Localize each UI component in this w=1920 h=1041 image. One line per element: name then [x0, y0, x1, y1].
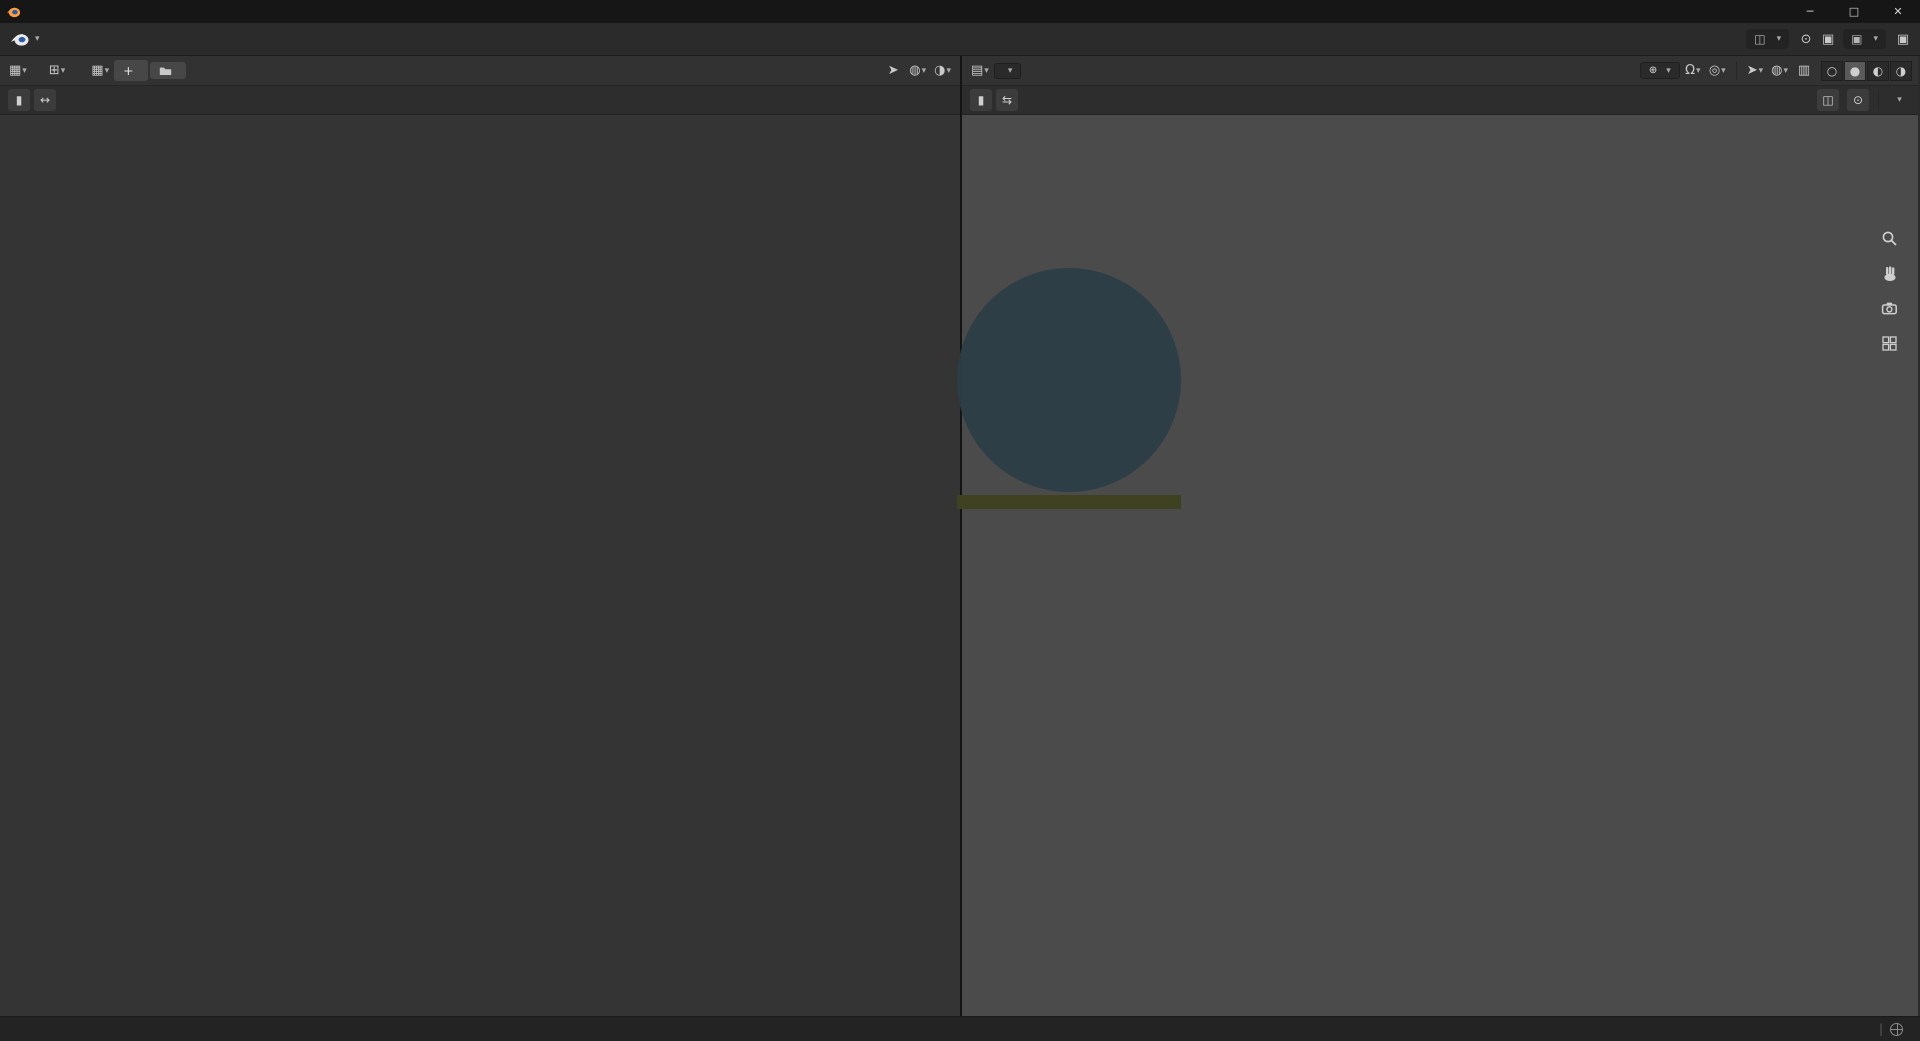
orientation-dropdown[interactable]: ⊕ ▾	[1639, 62, 1680, 79]
mode-dropdown[interactable]: ▾	[993, 62, 1022, 79]
uv-display-icon[interactable]: ◑ ▾	[931, 60, 954, 82]
statusbar: |	[0, 1016, 1920, 1041]
maximize-button[interactable]: □	[1832, 0, 1876, 23]
network-icon	[1890, 1022, 1903, 1036]
viewlayer-icon: ▣	[1851, 32, 1863, 46]
uv-tool-settings: ▮ ↔	[0, 86, 960, 115]
menubar: ▾ ◫ ▾ ⊙ ▣ ▣ ▾ ▣	[0, 23, 1920, 56]
shading-wireframe-button[interactable]: ○	[1821, 60, 1843, 81]
uv-new-image-button[interactable]: +	[114, 60, 148, 81]
ortho-toggle-icon[interactable]	[1876, 330, 1902, 356]
uv-canvas[interactable]	[0, 115, 960, 1016]
shading-solid-button[interactable]: ●	[1844, 60, 1866, 81]
add-workspace-button[interactable]	[54, 33, 70, 45]
shading-material-button[interactable]: ◐	[1867, 60, 1889, 81]
blender-app-icon	[6, 7, 21, 18]
viewport-editor-type-icon[interactable]: ▤ ▾	[968, 60, 992, 82]
plus-icon: +	[123, 63, 134, 78]
blender-logo-icon[interactable]	[10, 29, 30, 49]
shading-mode-group: ○ ● ◐ ◑	[1821, 60, 1912, 81]
viewport-nav-icons	[1876, 225, 1902, 356]
viewport-overlays-icon[interactable]: ◍ ▾	[1768, 60, 1791, 82]
uv-tool-settings-icon-1[interactable]: ▮	[8, 89, 30, 111]
viewport-scene-svg	[962, 115, 1918, 1016]
viewport-canvas[interactable]	[962, 115, 1918, 1016]
mirror-icon[interactable]: ◫	[1817, 89, 1839, 111]
close-button[interactable]: ✕	[1876, 0, 1920, 23]
uv-tool-settings-icon-2[interactable]: ↔	[34, 89, 56, 111]
pin-scene-icon[interactable]: ⊙	[1795, 28, 1817, 50]
viewport-gizmos-icon[interactable]: ➤ ▾	[1744, 60, 1766, 82]
zoom-icon[interactable]	[1876, 225, 1902, 251]
move-view-icon[interactable]	[1876, 260, 1902, 286]
scene-icon: ◫	[1754, 32, 1766, 46]
xray-toggle-icon[interactable]: ▥	[1793, 60, 1815, 82]
snap-options-icon[interactable]: ⊙	[1847, 89, 1869, 111]
orientation-icon: ⊕	[1648, 65, 1658, 76]
folder-icon	[159, 67, 171, 75]
scene-caret-icon: ▾	[1776, 34, 1782, 44]
titlebar: ─ □ ✕	[0, 0, 1920, 23]
viewport-tool-settings: ▮ ⇆ ◫ ⊙ ▾	[962, 86, 1918, 115]
uv-sticky-select-icon[interactable]: ⊞ ▾	[46, 60, 68, 82]
logo-caret-icon: ▾	[35, 34, 40, 44]
viewlayer-caret-icon: ▾	[1873, 34, 1878, 44]
workspace: ▦ ▾ ⊞ ▾ ▦ ▾ + ➤ ◍ ▾ ◑ ▾ ▮ ↔ ▤ ▾ ▾ ⊕ ▾ Ω …	[0, 56, 1920, 1016]
blender-app: ─ □ ✕ ▾ ◫ ▾ ⊙ ▣ ▣ ▾ ▣ ▦ ▾ ⊞ ▾ ▦ ▾ + ➤ ◍ …	[0, 0, 1920, 1041]
options-dropdown[interactable]: ▾	[1888, 89, 1910, 111]
camera-view-icon[interactable]	[1876, 295, 1902, 321]
uv-open-image-button[interactable]	[149, 62, 186, 79]
new-scene-icon[interactable]: ▣	[1817, 28, 1839, 50]
uv-overlays-icon[interactable]: ◍ ▾	[906, 60, 929, 82]
shading-rendered-button[interactable]: ◑	[1890, 60, 1912, 81]
uv-islands-svg	[0, 115, 960, 1016]
uv-image-browse-icon[interactable]: ▦ ▾	[88, 60, 112, 82]
scene-selector[interactable]: ◫ ▾	[1746, 29, 1790, 49]
navigation-gizmo[interactable]	[1812, 131, 1896, 215]
uv-editor-pane: ▦ ▾ ⊞ ▾ ▦ ▾ + ➤ ◍ ▾ ◑ ▾ ▮ ↔	[0, 56, 962, 1016]
uv-editor-type-icon[interactable]: ▦ ▾	[6, 60, 30, 82]
uv-gizmo-icon[interactable]: ➤	[882, 60, 904, 82]
minimize-button[interactable]: ─	[1788, 0, 1832, 23]
viewport-pane: ▤ ▾ ▾ ⊕ ▾ Ω ▾ ◎ ▾ ➤ ▾ ◍ ▾ ▥ ○ ● ◐ ◑ ▮ ⇆ …	[962, 56, 1918, 1016]
proportional-edit-icon[interactable]: ◎ ▾	[1706, 60, 1729, 82]
viewport-header: ▤ ▾ ▾ ⊕ ▾ Ω ▾ ◎ ▾ ➤ ▾ ◍ ▾ ▥ ○ ● ◐ ◑	[962, 56, 1918, 86]
vp-tool-settings-icon-2[interactable]: ⇆	[996, 89, 1018, 111]
uv-editor-header: ▦ ▾ ⊞ ▾ ▦ ▾ + ➤ ◍ ▾ ◑ ▾	[0, 56, 960, 86]
vp-tool-settings-icon-1[interactable]: ▮	[970, 89, 992, 111]
copy-viewlayer-icon[interactable]: ▣	[1892, 28, 1914, 50]
snap-magnet-icon[interactable]: Ω ▾	[1682, 60, 1704, 82]
viewlayer-selector[interactable]: ▣ ▾	[1843, 29, 1886, 49]
